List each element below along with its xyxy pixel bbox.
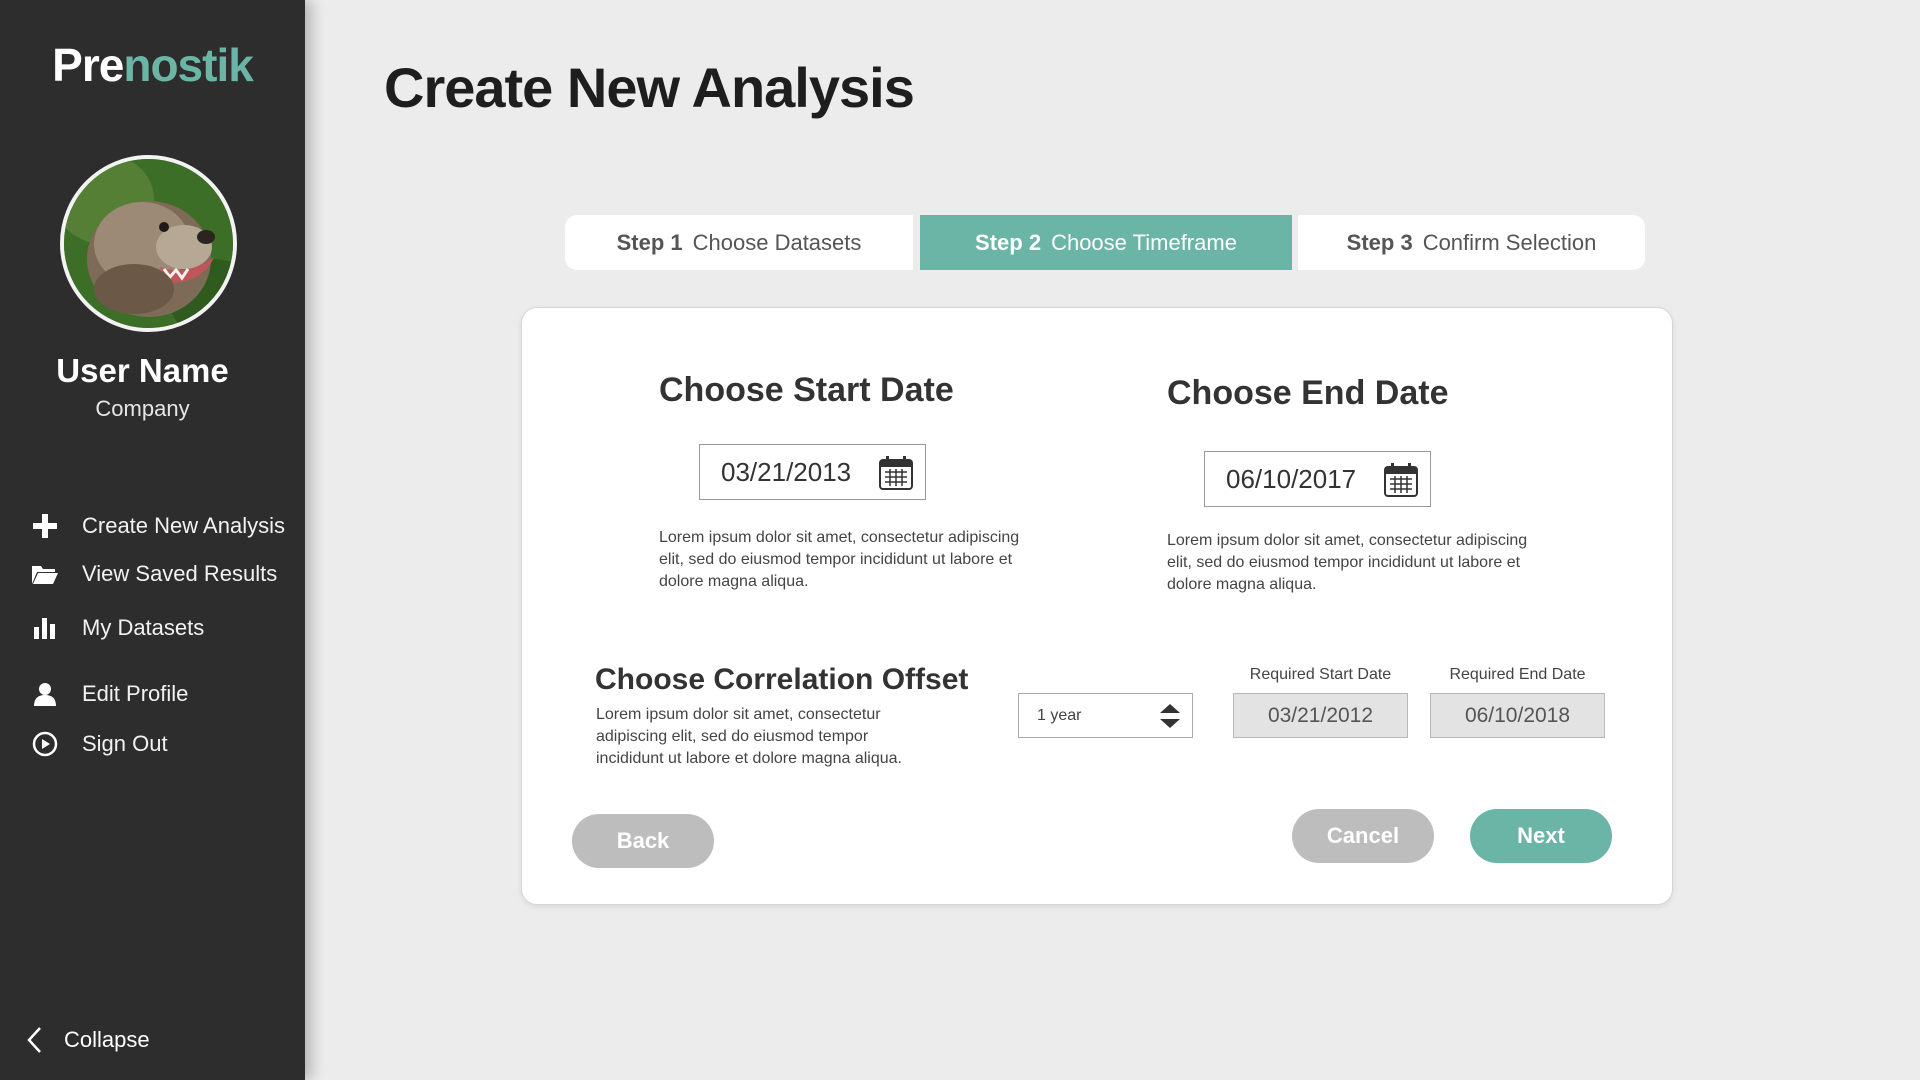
correlation-offset-title: Choose Correlation Offset bbox=[595, 663, 969, 696]
next-button[interactable]: Next bbox=[1470, 809, 1612, 863]
cancel-button[interactable]: Cancel bbox=[1292, 809, 1434, 863]
back-button[interactable]: Back bbox=[572, 814, 714, 868]
start-date-description: Lorem ipsum dolor sit amet, consectetur … bbox=[659, 529, 1020, 590]
required-end-date-field: 06/10/2018 bbox=[1430, 693, 1605, 738]
sidebar: Prenostik User Name Company Create New A… bbox=[0, 0, 305, 1080]
bar-chart-icon bbox=[30, 613, 60, 643]
timeframe-card: Choose Start Date 03/21/2013 Lorem ipsum… bbox=[521, 307, 1673, 905]
required-end-date-label: Required End Date bbox=[1449, 666, 1586, 683]
sidebar-item-label: My Datasets bbox=[82, 615, 205, 640]
sidebar-item-label: Create New Analysis bbox=[82, 513, 285, 538]
step-number: Step 1 bbox=[616, 229, 683, 255]
end-date-title: Choose End Date bbox=[1167, 374, 1449, 412]
start-date-value: 03/21/2013 bbox=[721, 456, 852, 487]
step-number: Step 3 bbox=[1346, 229, 1413, 255]
user-name: User Name bbox=[56, 352, 229, 389]
sidebar-item-label: Edit Profile bbox=[82, 681, 189, 706]
step-choose-datasets[interactable]: Step 1 Choose Datasets bbox=[565, 215, 913, 270]
end-date-value: 06/10/2017 bbox=[1226, 463, 1357, 494]
step-confirm-selection[interactable]: Step 3 Confirm Selection bbox=[1298, 215, 1645, 270]
sidebar-item-label: View Saved Results bbox=[82, 561, 278, 586]
stepper-arrows-icon[interactable] bbox=[1158, 701, 1182, 736]
otter-photo bbox=[64, 159, 233, 328]
step-choose-timeframe[interactable]: Step 2 Choose Timeframe bbox=[920, 215, 1292, 270]
start-date-title: Choose Start Date bbox=[659, 371, 954, 409]
step-number: Step 2 bbox=[975, 229, 1042, 255]
sidebar-item-my-datasets[interactable]: My Datasets bbox=[30, 610, 290, 646]
step-label: Choose Datasets bbox=[692, 229, 862, 255]
page-title: Create New Analysis bbox=[384, 56, 915, 119]
correlation-offset-value: 1 year bbox=[1037, 706, 1082, 724]
user-icon bbox=[30, 679, 60, 709]
app-logo[interactable]: Prenostik bbox=[0, 38, 305, 92]
sidebar-item-create-new-analysis[interactable]: Create New Analysis bbox=[30, 508, 290, 544]
sidebar-item-sign-out[interactable]: Sign Out bbox=[30, 726, 290, 762]
logo-text-part1: Pre bbox=[52, 39, 124, 91]
collapse-button[interactable]: Collapse bbox=[26, 1022, 150, 1058]
start-date-field[interactable]: 03/21/2013 bbox=[699, 444, 926, 500]
correlation-offset-select[interactable]: 1 year bbox=[1018, 693, 1193, 738]
folder-icon bbox=[30, 559, 60, 589]
sidebar-item-edit-profile[interactable]: Edit Profile bbox=[30, 676, 290, 712]
calendar-icon[interactable] bbox=[878, 455, 914, 498]
calendar-icon[interactable] bbox=[1383, 462, 1419, 505]
sidebar-item-label: Sign Out bbox=[82, 731, 168, 756]
logo-text-part2: nostik bbox=[123, 39, 253, 91]
power-icon bbox=[30, 729, 60, 759]
sidebar-item-view-saved-results[interactable]: View Saved Results bbox=[30, 556, 290, 592]
step-label: Choose Timeframe bbox=[1051, 229, 1237, 255]
stepper: Step 1 Choose Datasets Step 2 Choose Tim… bbox=[565, 215, 1645, 270]
end-date-description: Lorem ipsum dolor sit amet, consectetur … bbox=[1167, 532, 1528, 593]
correlation-offset-description: Lorem ipsum dolor sit amet, consectetur … bbox=[596, 706, 902, 767]
end-date-field[interactable]: 06/10/2017 bbox=[1204, 451, 1431, 507]
chevron-left-icon bbox=[26, 1026, 42, 1054]
step-label: Confirm Selection bbox=[1422, 229, 1597, 255]
plus-icon bbox=[30, 511, 60, 541]
collapse-label: Collapse bbox=[64, 1027, 150, 1052]
required-start-date-label: Required Start Date bbox=[1249, 666, 1392, 683]
user-company: Company bbox=[95, 396, 190, 421]
avatar[interactable] bbox=[60, 155, 237, 332]
required-start-date-field: 03/21/2012 bbox=[1233, 693, 1408, 738]
